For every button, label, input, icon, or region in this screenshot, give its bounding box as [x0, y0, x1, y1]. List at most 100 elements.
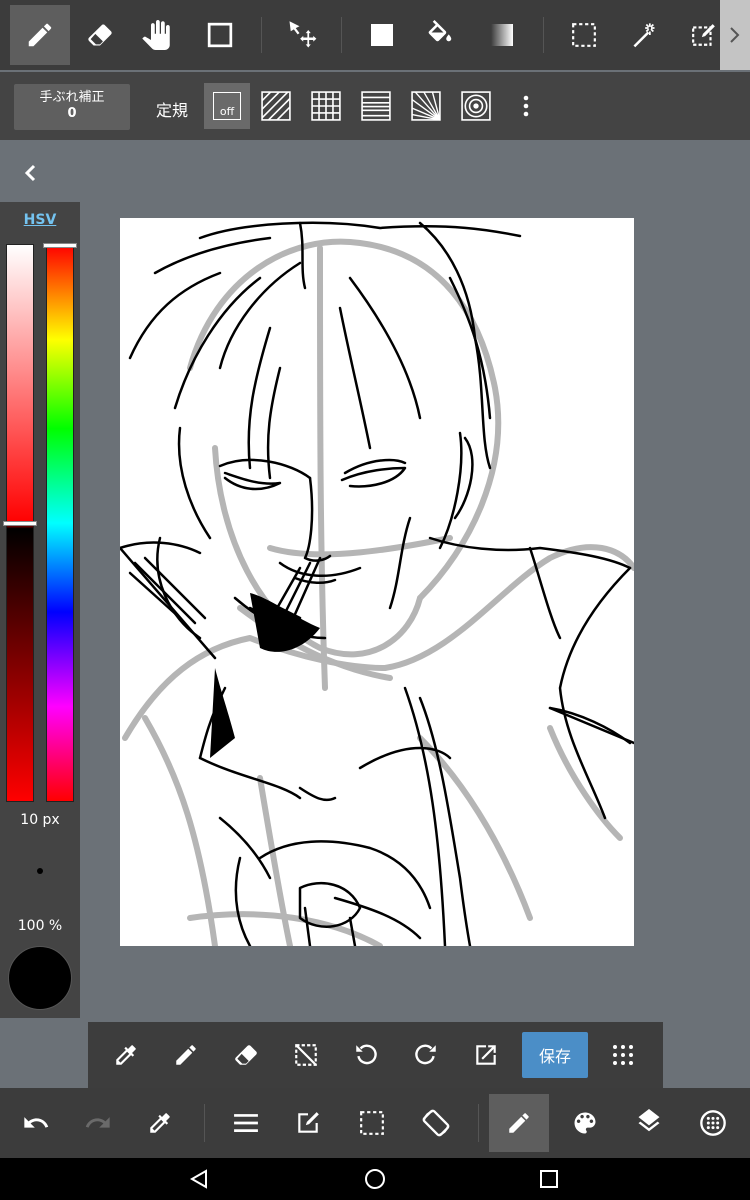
rotate-left-icon: [356, 1044, 377, 1065]
eraser-icon: [235, 1045, 257, 1065]
toolbar-divider: [261, 17, 262, 53]
square-recents-icon: [540, 1170, 558, 1188]
color-palette-button[interactable]: [555, 1094, 615, 1152]
sketch-artwork: [120, 221, 634, 946]
ruler-more-button[interactable]: [506, 84, 546, 128]
deselect-icon: [295, 1044, 317, 1066]
pencil-icon: [509, 1113, 529, 1133]
magic-wand-tool-button[interactable]: [614, 5, 674, 65]
redo-icon: [85, 1117, 110, 1128]
brush-size-label[interactable]: 10 px: [0, 812, 80, 828]
select-pen-icon: [692, 24, 715, 46]
magic-wand-icon: [633, 23, 655, 48]
toolbar-divider: [341, 17, 342, 53]
bottom-toolbar-divider: [478, 1104, 479, 1142]
hand-tool-button[interactable]: [126, 5, 186, 65]
screen-rotation-icon: [422, 1109, 450, 1137]
top-toolbar: [0, 0, 750, 70]
dashed-rect-icon: [360, 1111, 384, 1135]
ruler-parallel-button[interactable]: [254, 84, 298, 128]
concentric-circle-icon: [461, 91, 491, 121]
undo-button[interactable]: [6, 1094, 66, 1152]
hand-icon: [142, 20, 170, 50]
ruler-off-icon: off: [213, 92, 241, 120]
eyedropper-icon: [116, 1045, 136, 1065]
export-button[interactable]: [466, 1035, 506, 1075]
selection-button[interactable]: [342, 1094, 402, 1152]
eraser-icon: [88, 24, 112, 46]
grid-dots-icon: [613, 1045, 633, 1065]
filled-square-icon: [371, 24, 393, 46]
layers-icon: [638, 1109, 660, 1132]
gradient-tool-button[interactable]: [472, 5, 532, 65]
paint-bucket-icon: [428, 20, 452, 42]
ruler-concentric-button[interactable]: [454, 84, 498, 128]
hamburger-menu-icon: [234, 1114, 258, 1132]
parallel-lines-icon: [261, 91, 291, 121]
dashed-rect-icon: [572, 23, 596, 47]
rotate-right-button[interactable]: [406, 1035, 446, 1075]
collapse-panel-button[interactable]: [18, 160, 44, 186]
canvas-action-bar: 保存: [88, 1022, 663, 1088]
ruler-perspective-button[interactable]: [354, 84, 398, 128]
saturation-slider-marker[interactable]: [3, 521, 37, 526]
hsv-mode-tab[interactable]: HSV: [0, 212, 80, 228]
ruler-grid-button[interactable]: [304, 84, 348, 128]
brush-opacity-label[interactable]: 100 %: [0, 918, 80, 934]
clear-eraser-button[interactable]: [226, 1035, 266, 1075]
materials-button[interactable]: [683, 1094, 743, 1152]
move-icon: [289, 21, 317, 48]
grid-icon: [311, 91, 341, 121]
gradient-icon: [491, 24, 513, 46]
brush-tool-button[interactable]: [10, 5, 70, 65]
toolbar-divider: [543, 17, 544, 53]
circle-home-icon: [365, 1169, 385, 1189]
ruler-label: 定規: [156, 101, 189, 120]
pencil-icon: [28, 23, 52, 47]
move-tool-button[interactable]: [272, 5, 332, 65]
toolbar-more-button[interactable]: [720, 0, 750, 70]
redo-button[interactable]: [68, 1094, 128, 1152]
perspective-lines-icon: [361, 91, 391, 121]
eyedropper-button[interactable]: [106, 1035, 146, 1075]
bottom-eyedropper-button[interactable]: [130, 1094, 190, 1152]
stabilizer-button[interactable]: 手ぶれ補正 0: [14, 84, 130, 130]
brush-panel-button[interactable]: [489, 1094, 549, 1152]
eraser-tool-button[interactable]: [70, 5, 130, 65]
dotted-circle-icon: [700, 1110, 726, 1136]
edit-canvas-button[interactable]: [278, 1094, 338, 1152]
draw-edit-button[interactable]: [166, 1035, 206, 1075]
ruler-radial-button[interactable]: [404, 84, 448, 128]
hue-slider-marker[interactable]: [43, 243, 77, 248]
external-link-icon: [476, 1045, 496, 1065]
triangle-back-icon: [189, 1169, 207, 1189]
rotate-canvas-button[interactable]: [406, 1094, 466, 1152]
ruler-off-text: off: [219, 105, 235, 118]
nav-home-button[interactable]: [360, 1166, 390, 1192]
eyedropper-icon: [150, 1113, 170, 1133]
menu-button[interactable]: [216, 1094, 276, 1152]
current-color-swatch[interactable]: [8, 946, 72, 1010]
bottom-toolbar: [0, 1088, 750, 1158]
stabilizer-label: 手ぶれ補正: [39, 90, 105, 105]
more-actions-button[interactable]: [603, 1035, 643, 1075]
system-navigation-bar: [0, 1158, 750, 1200]
bucket-tool-button[interactable]: [410, 5, 470, 65]
shape-tool-button[interactable]: [190, 5, 250, 65]
undo-icon: [24, 1117, 49, 1128]
radial-lines-icon: [411, 91, 441, 121]
ruler-off-button[interactable]: off: [204, 83, 250, 129]
rotate-left-button[interactable]: [346, 1035, 386, 1075]
drawing-canvas[interactable]: [120, 218, 634, 946]
edit-square-icon: [298, 1112, 319, 1133]
nav-back-button[interactable]: [184, 1166, 214, 1192]
fill-rect-tool-button[interactable]: [352, 5, 412, 65]
nav-recents-button[interactable]: [534, 1166, 564, 1192]
deselect-button[interactable]: [286, 1035, 326, 1075]
layers-button[interactable]: [619, 1094, 679, 1152]
square-outline-icon: [207, 22, 233, 48]
save-button[interactable]: 保存: [522, 1032, 588, 1078]
chevron-right-icon: [730, 27, 740, 43]
hue-slider[interactable]: [46, 244, 74, 802]
select-rect-tool-button[interactable]: [554, 5, 614, 65]
